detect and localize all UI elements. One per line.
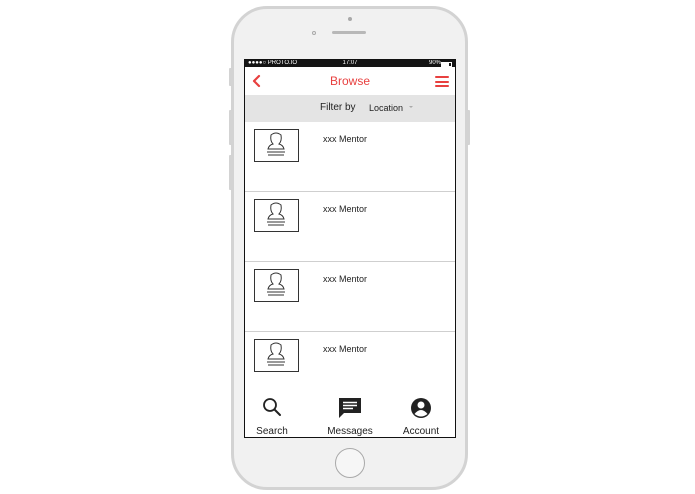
proximity-sensor — [312, 31, 316, 35]
avatar — [254, 199, 299, 232]
status-bar: ●●●●○ PROTO.IO 17:07 90% — [245, 60, 455, 67]
chevron-down-icon — [409, 106, 413, 108]
mentor-list: xxx Mentor xxx Mentor xxx Mentor xxx Men… — [245, 122, 455, 402]
tab-account-label: Account — [402, 426, 440, 437]
user-placeholder-icon — [267, 342, 285, 366]
home-button[interactable] — [335, 448, 365, 478]
tab-messages[interactable]: Messages — [315, 392, 385, 437]
page-title: Browse — [329, 74, 370, 88]
list-item[interactable]: xxx Mentor — [245, 122, 455, 192]
side-button-volume-down — [229, 155, 232, 190]
menu-icon-bar — [435, 85, 449, 87]
mentor-name: xxx Mentor — [323, 134, 368, 144]
tab-account[interactable]: Account — [386, 392, 455, 437]
filter-location-select[interactable]: Location — [369, 103, 403, 113]
mentor-name: xxx Mentor — [323, 204, 368, 214]
tab-search[interactable]: Search — [245, 392, 307, 437]
user-placeholder-icon — [267, 202, 285, 226]
nav-bar: Browse — [245, 67, 455, 95]
hamburger-menu-button[interactable] — [435, 76, 449, 87]
earpiece-speaker — [332, 31, 366, 34]
side-button-power — [467, 110, 470, 145]
user-placeholder-icon — [267, 132, 285, 156]
avatar — [254, 129, 299, 162]
mentor-name: xxx Mentor — [323, 344, 368, 354]
filter-bar: Filter by Location — [245, 95, 455, 122]
menu-icon-bar — [435, 76, 449, 78]
avatar — [254, 339, 299, 372]
list-item[interactable]: xxx Mentor — [245, 192, 455, 262]
status-time: 17:07 — [342, 60, 358, 66]
message-icon — [339, 398, 361, 418]
tab-messages-label: Messages — [327, 426, 373, 437]
battery-percent: 90% — [428, 60, 441, 66]
list-item[interactable]: xxx Mentor — [245, 262, 455, 332]
mentor-name: xxx Mentor — [323, 274, 368, 284]
bottom-tab-bar: Search Messages Account — [245, 392, 455, 437]
front-camera — [348, 17, 352, 21]
menu-icon-bar — [435, 80, 449, 83]
side-button-volume-up — [229, 110, 232, 145]
user-placeholder-icon — [267, 272, 285, 296]
tab-search-label: Search — [256, 426, 288, 437]
avatar — [254, 269, 299, 302]
app-screen: ●●●●○ PROTO.IO 17:07 90% Browse Filter b… — [244, 59, 456, 438]
account-icon — [411, 398, 431, 418]
search-icon — [263, 398, 281, 416]
filter-label: Filter by — [320, 102, 356, 113]
side-button-mute — [229, 68, 232, 86]
